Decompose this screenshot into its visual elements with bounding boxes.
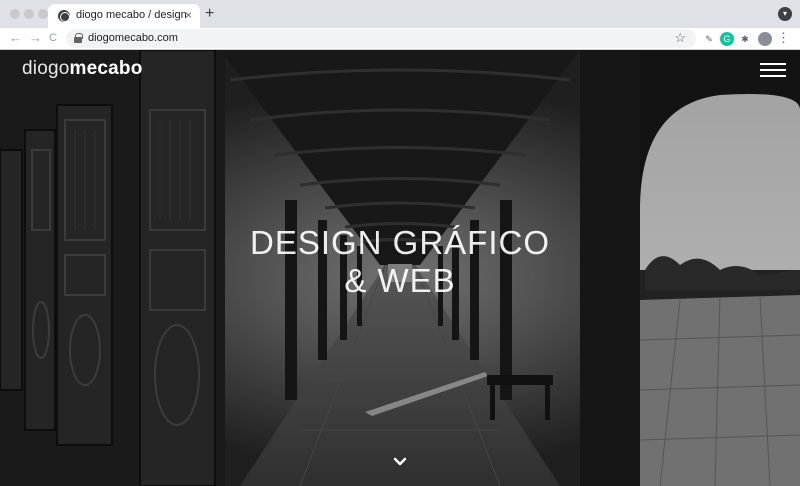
tab-title: diogo mecabo / design <box>76 9 187 21</box>
browser-tab[interactable]: diogo mecabo / design × <box>48 4 200 28</box>
headline-line-2: & WEB <box>344 262 456 299</box>
globe-icon <box>58 10 70 22</box>
close-tab-icon[interactable]: × <box>185 8 192 22</box>
close-window-button[interactable] <box>10 9 20 19</box>
address-bar[interactable]: diogomecabo.com ☆ <box>66 29 696 48</box>
url-text[interactable]: diogomecabo.com <box>88 32 178 44</box>
puzzle-extension-icon[interactable]: ✱ <box>738 32 752 46</box>
zoom-window-button[interactable] <box>38 9 48 19</box>
tab-search-icon[interactable]: ▾ <box>778 7 792 21</box>
website-viewport: diogomecabo DESIGN GRÁFICO & WEB <box>0 50 800 486</box>
grammarly-extension-icon[interactable]: G <box>720 32 734 46</box>
bookmark-star-icon[interactable]: ☆ <box>674 30 686 46</box>
scroll-down-chevron-icon[interactable] <box>393 457 407 467</box>
eyedropper-extension-icon[interactable]: ✎ <box>702 32 716 46</box>
browser-toolbar: ← → C diogomecabo.com ☆ ✎ G ✱ ⋮ <box>0 28 800 50</box>
lock-icon[interactable] <box>74 33 83 43</box>
reload-button[interactable]: C <box>49 30 57 46</box>
minimize-window-button[interactable] <box>24 9 34 19</box>
forward-button[interactable]: → <box>29 30 42 46</box>
logo-second-part: mecabo <box>69 58 143 79</box>
hero-headline: DESIGN GRÁFICO & WEB <box>0 224 800 300</box>
site-logo[interactable]: diogomecabo <box>22 58 143 80</box>
browser-menu-icon[interactable]: ⋮ <box>777 30 790 46</box>
profile-avatar[interactable] <box>758 32 772 46</box>
logo-first-part: diogo <box>22 58 70 79</box>
menu-hamburger-icon[interactable] <box>760 61 786 79</box>
back-button[interactable]: ← <box>9 30 22 46</box>
new-tab-button[interactable]: + <box>205 6 214 22</box>
browser-tab-strip: diogo mecabo / design × + ▾ <box>0 0 800 28</box>
headline-line-1: DESIGN GRÁFICO <box>249 224 551 261</box>
